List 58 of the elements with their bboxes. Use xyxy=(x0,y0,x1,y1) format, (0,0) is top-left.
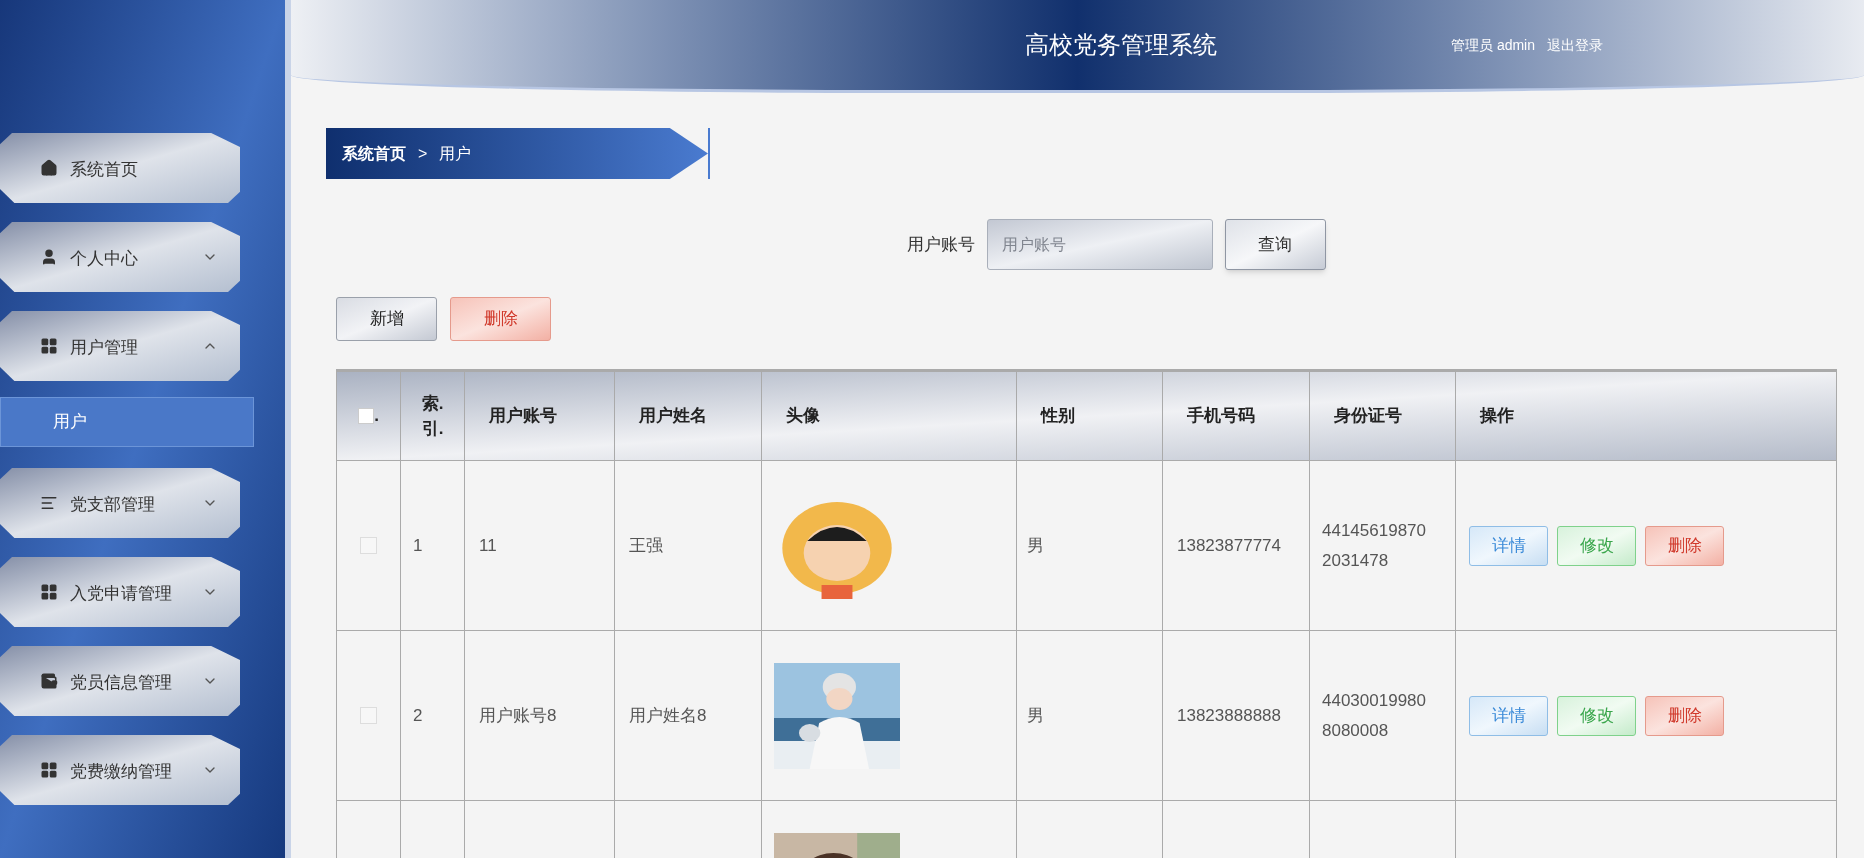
menu-label: 系统首页 xyxy=(70,159,139,182)
column-header: 索.引. xyxy=(401,372,465,461)
home-icon xyxy=(40,159,58,177)
sidebar-menu-item[interactable]: 党员信息管理 xyxy=(0,646,240,716)
menu-label: 入党申请管理 xyxy=(70,583,173,606)
row-index: 1 xyxy=(413,534,423,557)
breadcrumb-home[interactable]: 系统首页 xyxy=(342,141,406,166)
search-label: 用户账号 xyxy=(906,233,975,256)
name-cell-text: 王强 xyxy=(629,534,663,557)
column-header: 性别 xyxy=(1017,372,1163,461)
menu-label: 党费缴纳管理 xyxy=(70,761,173,784)
sidebar-menu-item[interactable]: 入党申请管理 xyxy=(0,557,240,627)
phone-cell-text: 13823888888 xyxy=(1177,704,1281,727)
menu-label: 党支部管理 xyxy=(70,494,156,517)
column-header: 用户姓名 xyxy=(615,372,762,461)
id-number-cell-text: 44145619870 2031478 xyxy=(1322,519,1427,572)
column-header: 身份证号 xyxy=(1310,372,1456,461)
add-button[interactable]: 新增 xyxy=(336,297,437,341)
menu-label: 个人中心 xyxy=(70,248,139,271)
gender-cell-text: 男 xyxy=(1027,534,1044,557)
delete-button[interactable]: 删除 xyxy=(450,297,551,341)
row-index: 2 xyxy=(413,704,423,727)
row-checkbox[interactable] xyxy=(360,537,377,554)
delete-button[interactable]: 删除 xyxy=(1645,525,1724,566)
app-title: 高校党务管理系统 xyxy=(1024,30,1218,60)
account-cell-text: 用户账号8 xyxy=(479,704,557,727)
delete-button[interactable]: 删除 xyxy=(1645,695,1724,736)
sidebar-menu-item[interactable]: 系统首页 xyxy=(0,133,240,203)
user-icon xyxy=(40,248,58,266)
phone-cell-text: 13823877774 xyxy=(1177,534,1281,557)
submenu-item[interactable]: 用户 xyxy=(0,397,254,447)
column-header-text: . xyxy=(374,405,379,428)
id-number-cell-text: 44030019980 8080008 xyxy=(1322,689,1427,742)
row-checkbox[interactable] xyxy=(360,707,377,724)
account-cell-text: 11 xyxy=(479,534,497,557)
search-button[interactable]: 查询 xyxy=(1224,219,1326,270)
name-cell-text: 用户姓名8 xyxy=(629,704,707,727)
header-checkbox[interactable] xyxy=(358,408,375,424)
grid-icon xyxy=(40,337,58,355)
sidebar-menu-item[interactable]: 党费缴纳管理 xyxy=(0,735,240,805)
breadcrumb-separator: > xyxy=(418,143,428,164)
breadcrumb-current: 用户 xyxy=(439,143,472,164)
admin-user: 管理员 admin xyxy=(1451,35,1536,55)
menu-label: 党员信息管理 xyxy=(70,672,173,695)
sidebar-menu-item[interactable]: 用户管理 xyxy=(0,311,240,381)
column-header: 手机号码 xyxy=(1163,372,1310,461)
menu-label: 用户管理 xyxy=(70,337,139,360)
gender-cell-text: 男 xyxy=(1027,704,1044,727)
search-field[interactable]: 用户账号 xyxy=(986,219,1213,270)
column-header: 操作 xyxy=(1456,372,1837,461)
grid-icon xyxy=(40,761,58,779)
sidebar-menu-item[interactable]: 个人中心 xyxy=(0,222,240,292)
column-header: 头像 xyxy=(762,372,1017,461)
sidebar-menu-item[interactable]: 党支部管理 xyxy=(0,468,240,538)
grid-icon xyxy=(40,583,58,601)
column-header: 用户账号 xyxy=(465,372,615,461)
list-icon xyxy=(40,494,58,512)
wallet-icon xyxy=(40,672,58,690)
